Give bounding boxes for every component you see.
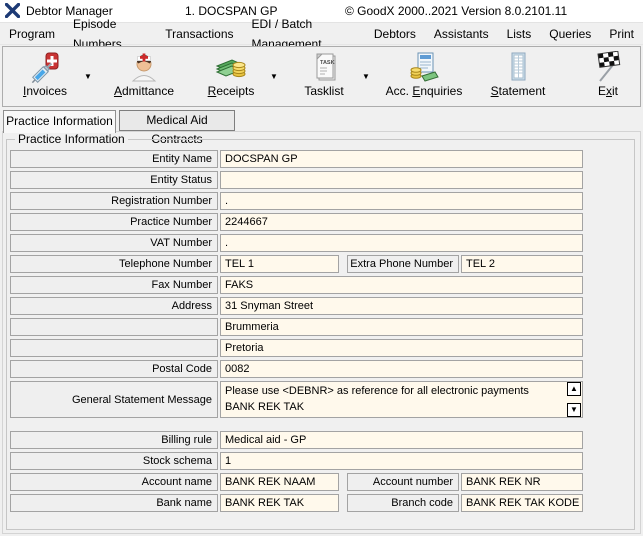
- entity-status-label: Entity Status: [10, 171, 218, 189]
- exit-button[interactable]: Exit: [577, 49, 639, 105]
- debtor-manager-window: { "title_bar": { "app_title": "Debtor Ma…: [0, 0, 643, 536]
- tasklist-button[interactable]: TASK Tasklist: [289, 49, 359, 105]
- account-name-value[interactable]: BANK REK NAAM: [220, 473, 339, 491]
- copyright-text: © GoodX 2000..2021 Version 8.0.2101.11: [345, 4, 567, 18]
- tab-medical-aid-contracts[interactable]: Medical Aid Contracts: [119, 110, 235, 131]
- fax-number-label: Fax Number: [10, 276, 218, 294]
- menu-assistants[interactable]: Assistants: [425, 24, 498, 44]
- practice-number-label: Practice Number: [10, 213, 218, 231]
- field-row-stock-schema: Stock schema 1: [0, 452, 643, 470]
- acc-enquiries-button[interactable]: Acc. Enquiries: [377, 49, 471, 105]
- invoices-dropdown-arrow[interactable]: ▼: [81, 50, 95, 104]
- field-row-bank: Bank name BANK REK TAK Branch code BANK …: [0, 494, 643, 512]
- bank-name-value[interactable]: BANK REK TAK: [220, 494, 339, 512]
- checkered-flag-icon: [592, 51, 624, 83]
- field-row-vat-number: VAT Number .: [0, 234, 643, 252]
- general-statement-message-value[interactable]: Please use <DEBNR> as reference for all …: [220, 381, 583, 418]
- vat-number-label: VAT Number: [10, 234, 218, 252]
- tab-practice-information[interactable]: Practice Information: [3, 110, 116, 133]
- statement-button[interactable]: Statement: [477, 49, 559, 105]
- field-row-general-statement-message: General Statement Message Please use <DE…: [0, 381, 643, 418]
- task-page-icon: TASK: [308, 51, 340, 83]
- address-line1-value[interactable]: 31 Snyman Street: [220, 297, 583, 315]
- field-row-address-line1: Address 31 Snyman Street: [0, 297, 643, 315]
- registration-number-value[interactable]: .: [220, 192, 583, 210]
- account-number-value[interactable]: BANK REK NR: [461, 473, 583, 491]
- menu-transactions[interactable]: Transactions: [156, 24, 242, 44]
- tasklist-dropdown-arrow[interactable]: ▼: [359, 50, 373, 104]
- scroll-up-button[interactable]: ▲: [567, 382, 581, 396]
- branch-code-label: Branch code: [347, 494, 459, 512]
- postal-code-label: Postal Code: [10, 360, 218, 378]
- vat-number-value[interactable]: .: [220, 234, 583, 252]
- doctor-icon: [128, 51, 160, 83]
- entity-name-value[interactable]: DOCSPAN GP: [220, 150, 583, 168]
- toolbar: Invoices ▼ Admittance Receipts ▼: [2, 46, 641, 107]
- admittance-button[interactable]: Admittance: [101, 49, 187, 105]
- invoices-label: Invoices: [23, 84, 67, 98]
- tasklist-label: Tasklist: [304, 84, 343, 98]
- address-line3-value[interactable]: Pretoria: [220, 339, 583, 357]
- receipts-button[interactable]: Receipts: [195, 49, 267, 105]
- account-number-label: Account number: [347, 473, 459, 491]
- billing-rule-value[interactable]: Medical aid - GP: [220, 431, 583, 449]
- field-row-billing-rule: Billing rule Medical aid - GP: [0, 431, 643, 449]
- account-name-label: Account name: [10, 473, 218, 491]
- syringe-blood-bag-icon: [29, 51, 61, 83]
- receipts-label: Receipts: [208, 84, 255, 98]
- field-row-entity-name: Entity Name DOCSPAN GP: [0, 150, 643, 168]
- menu-lists[interactable]: Lists: [498, 24, 541, 44]
- entity-status-value[interactable]: [220, 171, 583, 189]
- admittance-label: Admittance: [114, 84, 174, 98]
- account-enquiries-icon: [408, 51, 440, 83]
- bank-name-label: Bank name: [10, 494, 218, 512]
- menu-debtors[interactable]: Debtors: [365, 24, 425, 44]
- stock-schema-value[interactable]: 1: [220, 452, 583, 470]
- field-row-address-line2: Brummeria: [0, 318, 643, 336]
- postal-code-value[interactable]: 0082: [220, 360, 583, 378]
- menu-bar: Program Episode Numbers Transactions EDI…: [0, 23, 643, 45]
- invoices-button[interactable]: Invoices: [9, 49, 81, 105]
- menu-queries[interactable]: Queries: [540, 24, 600, 44]
- statement-label: Statement: [491, 84, 546, 98]
- extra-phone-number-label: Extra Phone Number: [347, 255, 459, 273]
- address-label: Address: [10, 297, 218, 315]
- money-coins-icon: [215, 51, 247, 83]
- telephone-number-label: Telephone Number: [10, 255, 218, 273]
- groupbox-caption: Practice Information: [15, 132, 128, 146]
- extra-phone-number-value[interactable]: TEL 2: [461, 255, 583, 273]
- field-row-address-line3: Pretoria: [0, 339, 643, 357]
- field-row-account: Account name BANK REK NAAM Account numbe…: [0, 473, 643, 491]
- fax-number-value[interactable]: FAKS: [220, 276, 583, 294]
- stock-schema-label: Stock schema: [10, 452, 218, 470]
- field-row-postal-code: Postal Code 0082: [0, 360, 643, 378]
- address-line2-value[interactable]: Brummeria: [220, 318, 583, 336]
- address-line3-label: [10, 339, 218, 357]
- acc-enquiries-label: Acc. Enquiries: [386, 84, 463, 98]
- field-row-practice-number: Practice Number 2244667: [0, 213, 643, 231]
- field-row-registration-number: Registration Number .: [0, 192, 643, 210]
- menu-print[interactable]: Print: [600, 24, 643, 44]
- address-line2-label: [10, 318, 218, 336]
- receipts-dropdown-arrow[interactable]: ▼: [267, 50, 281, 104]
- goodx-logo-icon: [5, 3, 20, 18]
- branch-code-value[interactable]: BANK REK TAK KODE: [461, 494, 583, 512]
- field-row-telephone: Telephone Number TEL 1 Extra Phone Numbe…: [0, 255, 643, 273]
- menu-program[interactable]: Program: [0, 24, 64, 44]
- registration-number-label: Registration Number: [10, 192, 218, 210]
- exit-label: Exit: [598, 84, 618, 98]
- general-statement-message-label: General Statement Message: [10, 381, 218, 418]
- field-row-fax-number: Fax Number FAKS: [0, 276, 643, 294]
- statement-document-icon: [502, 51, 534, 83]
- entity-name-label: Entity Name: [10, 150, 218, 168]
- field-row-entity-status: Entity Status: [0, 171, 643, 189]
- svg-text:TASK: TASK: [320, 60, 335, 66]
- practice-number-value[interactable]: 2244667: [220, 213, 583, 231]
- scroll-down-button[interactable]: ▼: [567, 403, 581, 417]
- billing-rule-label: Billing rule: [10, 431, 218, 449]
- telephone-number-value[interactable]: TEL 1: [220, 255, 339, 273]
